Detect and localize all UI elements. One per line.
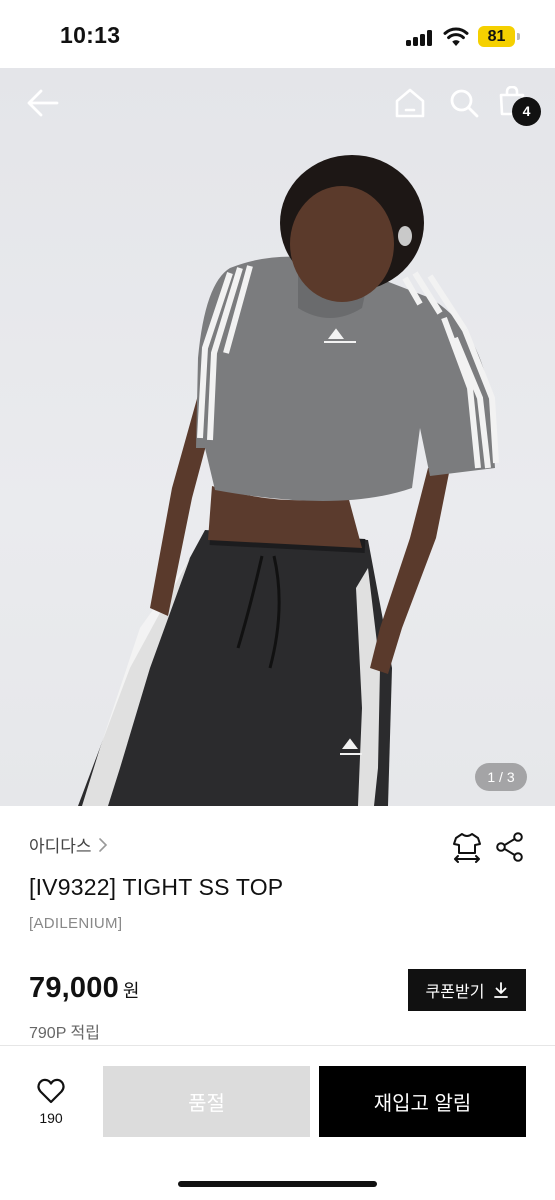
restock-alert-button[interactable]: 재입고 알림	[319, 1066, 526, 1137]
product-subtitle: [ADILENIUM]	[29, 915, 123, 932]
brand-name: 아디다스	[29, 837, 92, 856]
brand-link[interactable]: 아디다스	[29, 832, 108, 857]
reward-points: 790P 적립	[29, 1025, 100, 1042]
battery-level: 81	[487, 28, 506, 45]
status-time: 10:13	[60, 22, 121, 48]
battery-tip	[517, 33, 520, 40]
home-icon[interactable]	[394, 88, 426, 118]
coupon-button-label: 쿠폰받기	[425, 984, 485, 1001]
product-title: [IV9322] TIGHT SS TOP	[29, 874, 284, 900]
divider	[0, 1045, 555, 1046]
wishlist-count: 190	[39, 1110, 63, 1126]
image-counter: 1 / 3	[475, 763, 527, 791]
chevron-right-icon	[98, 837, 107, 852]
cart-count-badge[interactable]: 4	[512, 97, 541, 126]
home-indicator[interactable]	[178, 1181, 377, 1187]
price-currency: 원	[122, 981, 140, 1001]
download-icon	[494, 982, 509, 998]
product-image-gallery[interactable]: 4 1 / 3	[0, 68, 555, 806]
share-icon[interactable]	[496, 832, 524, 862]
product-photo	[78, 155, 499, 806]
signal-icon	[406, 30, 432, 46]
coupon-download-button[interactable]: 쿠폰받기	[408, 969, 526, 1011]
heart-icon	[37, 1078, 65, 1104]
status-bar: 10:13 81	[0, 0, 555, 68]
back-arrow-icon[interactable]	[26, 88, 60, 118]
battery-icon: 81	[478, 26, 515, 47]
size-guide-icon[interactable]	[452, 831, 482, 863]
price-row: 79,000 원	[29, 972, 139, 1005]
search-icon[interactable]	[449, 88, 479, 118]
wishlist-button[interactable]: 190	[28, 1078, 74, 1134]
soldout-button: 품절	[103, 1066, 310, 1137]
wifi-icon	[443, 27, 469, 46]
price-value: 79,000	[29, 972, 119, 1004]
